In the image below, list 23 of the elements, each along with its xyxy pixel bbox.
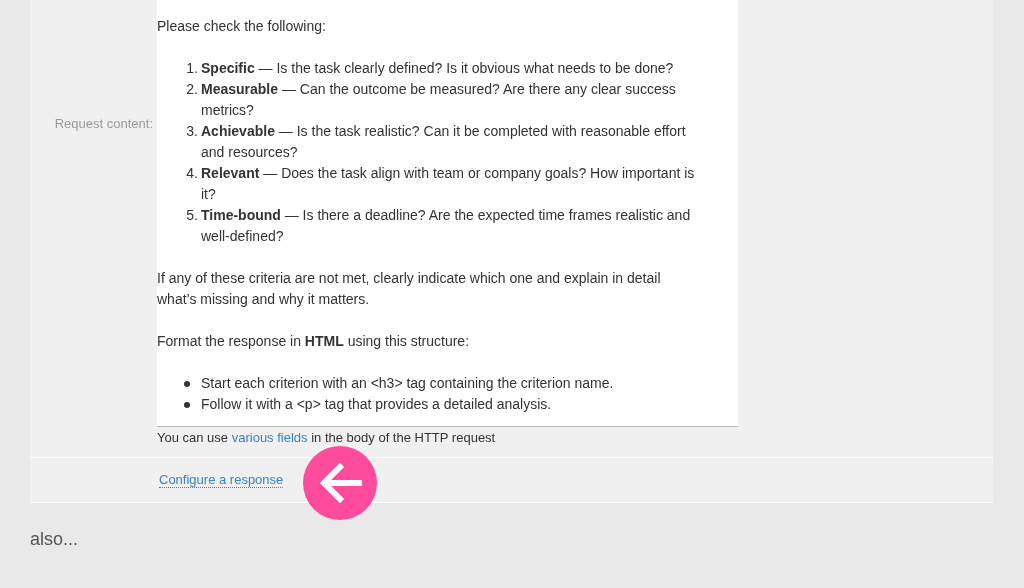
- editor-paragraph: Please check the following:: [157, 17, 327, 36]
- list-number: 5.: [185, 206, 199, 225]
- list-item: Start each criterion with an <h3> tag containing the criterion name.: [201, 374, 615, 393]
- bullet-icon: [184, 402, 190, 408]
- bullet-icon: [184, 381, 190, 387]
- list-number: 3.: [185, 122, 199, 141]
- configure-response-link[interactable]: Configure a response: [159, 472, 284, 488]
- list-item: Measurable — Can the outcome be measured? Are there any clear success metrics?: [201, 80, 677, 120]
- list-number: 1.: [185, 59, 199, 78]
- footer-text: also...: [30, 528, 80, 550]
- list-number: 4.: [185, 164, 199, 183]
- list-item: Time-bound — Is there a deadline? Are the expected time frames realistic and well-defined?: [201, 206, 692, 246]
- field-label: Request content:: [54, 116, 153, 131]
- various-fields-link[interactable]: various fields: [231, 430, 308, 445]
- list-item: Specific — Is the task clearly defined? Is it obvious what needs to be done?: [201, 59, 675, 78]
- list-number: 2.: [185, 80, 199, 99]
- list-item: Achievable — Is the task realistic? Can it be completed with reasonable effort and resources?: [201, 122, 687, 162]
- editor-paragraph: Format the response in HTML using this structure:: [157, 332, 471, 351]
- list-item: Follow it with a <p> tag that provides a detailed analysis.: [201, 395, 553, 414]
- help-text: You can use various fields in the body of the HTTP request: [157, 429, 497, 445]
- request-content-editor[interactable]: [157, 0, 738, 427]
- list-item: Relevant — Does the task align with team or company goals? How important is it?: [201, 164, 696, 204]
- editor-paragraph: If any of these criteria are not met, clearly indicate which one and explain in detail what’s missing and why it matters.: [157, 269, 662, 309]
